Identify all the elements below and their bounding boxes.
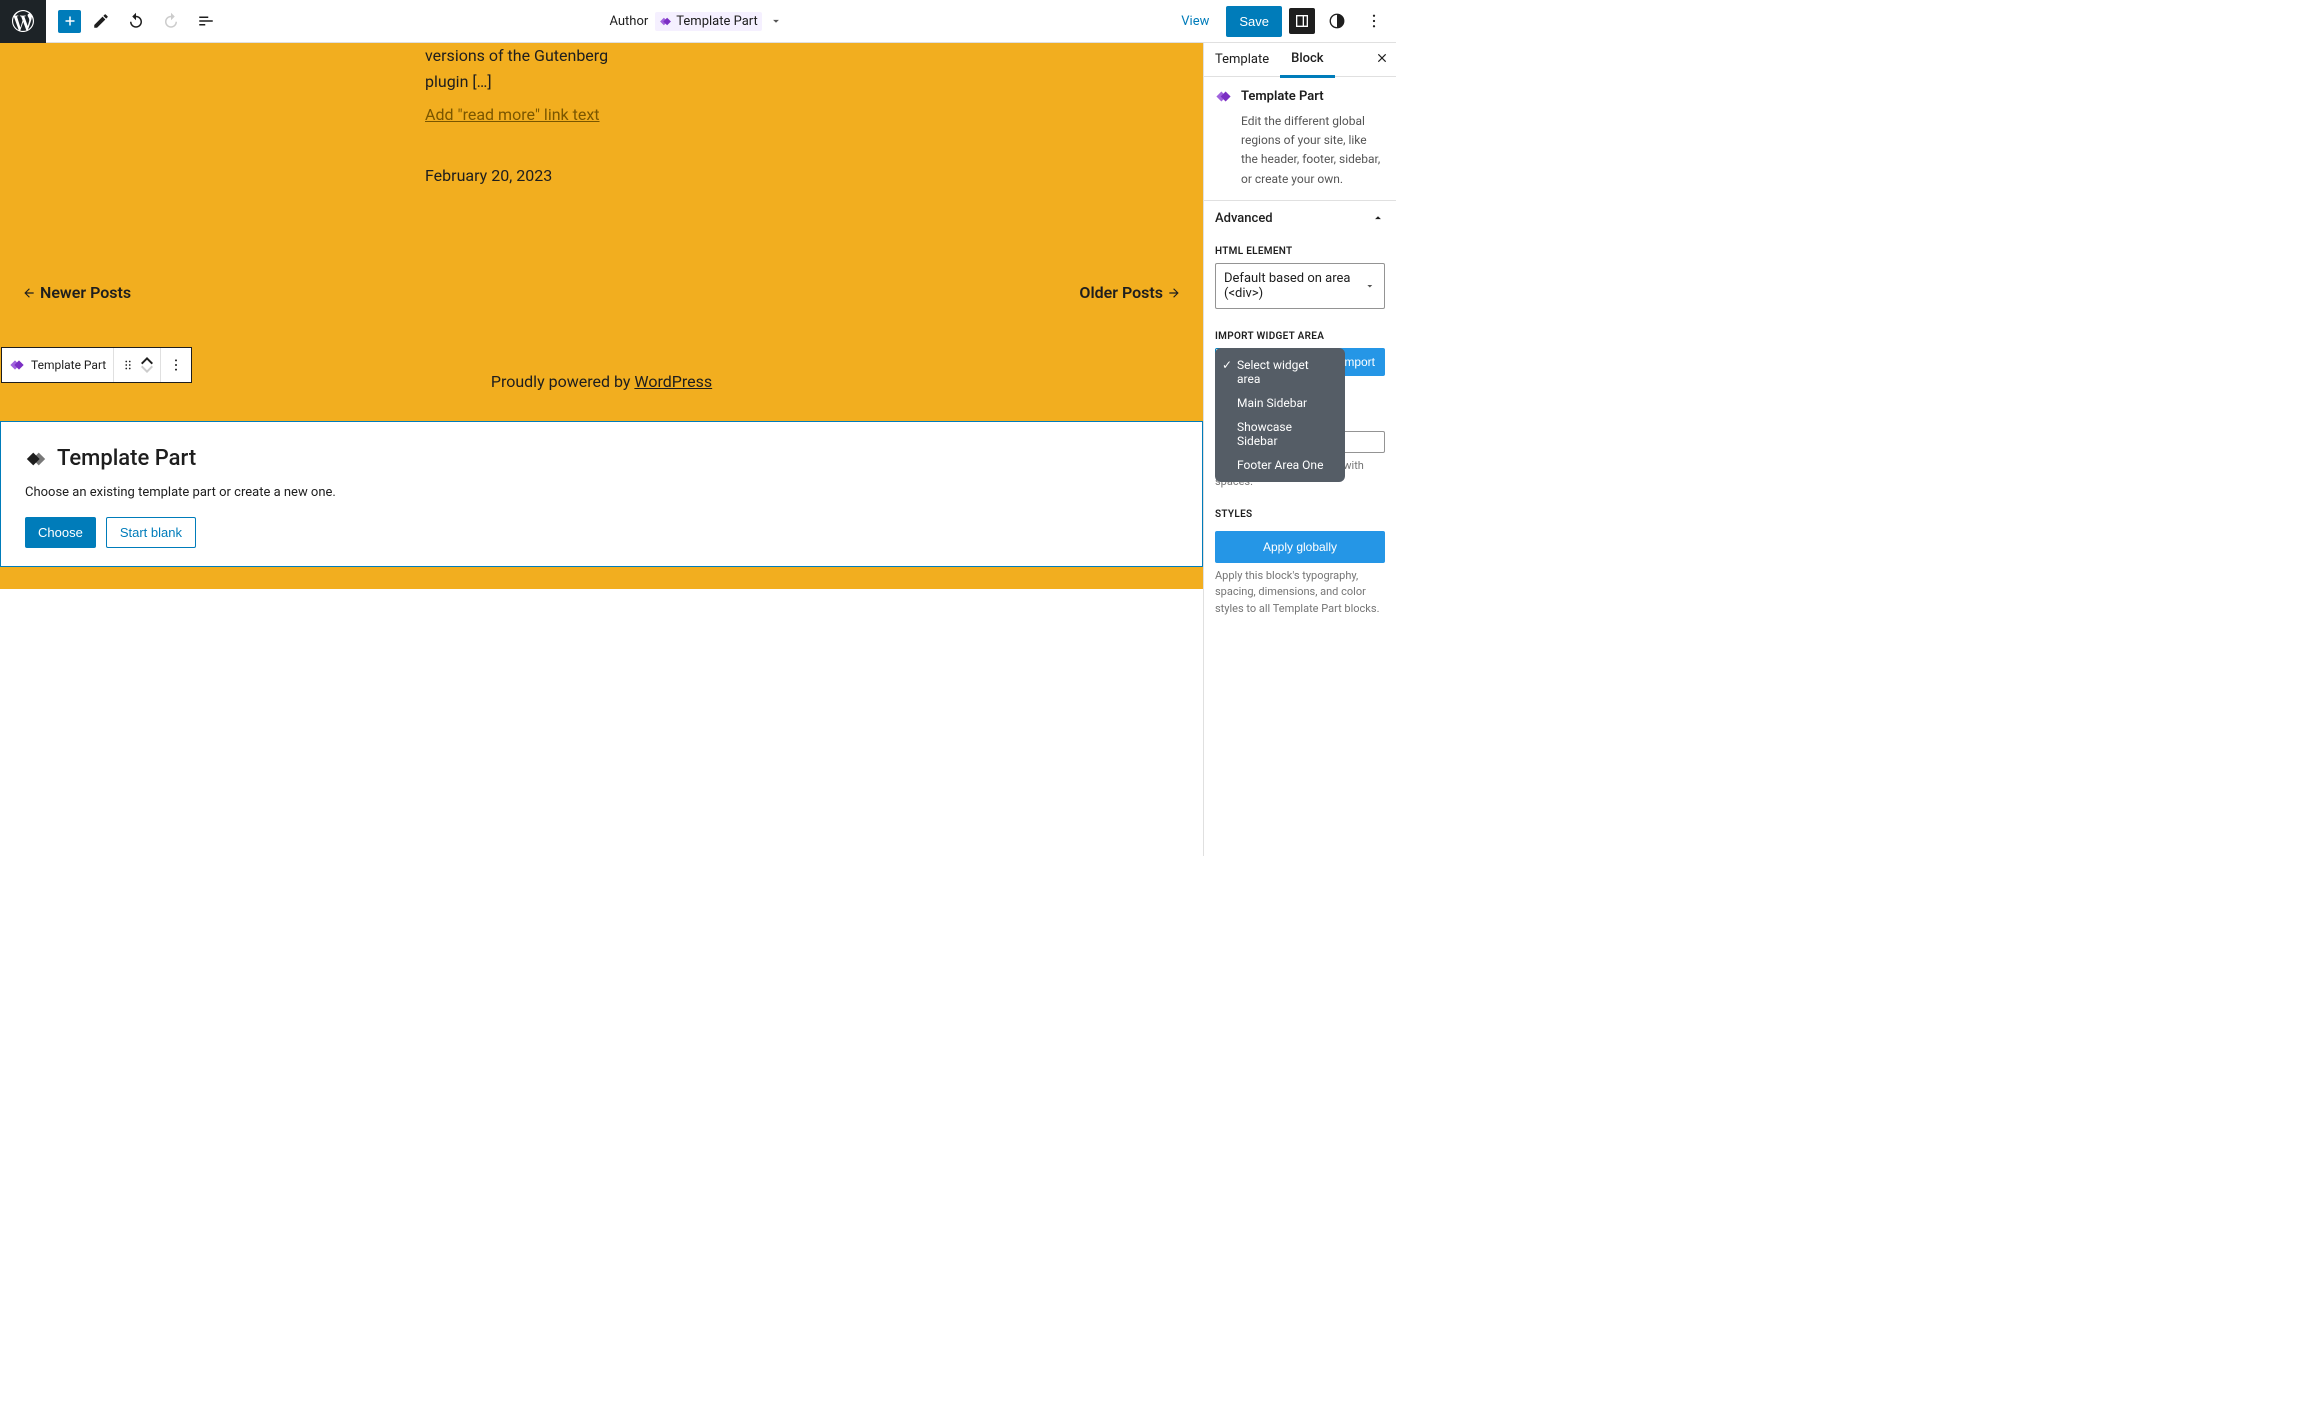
block-toolbar: Template Part: [1, 347, 192, 383]
tab-block[interactable]: Block: [1280, 43, 1334, 78]
html-element-label: HTML ELEMENT: [1215, 246, 1385, 257]
credit-prefix: Proudly powered by: [491, 372, 635, 391]
add-block-button[interactable]: [58, 10, 81, 33]
wordpress-link[interactable]: WordPress: [634, 372, 712, 391]
dropdown-option-showcase-sidebar[interactable]: Showcase Sidebar: [1215, 415, 1345, 453]
more-vertical-icon: [168, 357, 184, 373]
redo-button[interactable]: [156, 6, 186, 36]
newer-posts-label: Newer Posts: [40, 283, 131, 302]
block-toolbar-label: Template Part: [31, 358, 106, 372]
post-date: February 20, 2023: [425, 163, 630, 189]
template-part-label: Template Part: [676, 14, 758, 29]
arrow-left-icon: [22, 286, 36, 300]
canvas-bottom-strip: [0, 567, 1203, 589]
redo-icon: [162, 12, 180, 30]
template-part-icon: [25, 448, 47, 470]
sidebar-icon: [1294, 13, 1310, 29]
dropdown-option-select[interactable]: Select widget area: [1215, 353, 1345, 391]
undo-icon: [127, 12, 145, 30]
more-vertical-icon: [1365, 12, 1383, 30]
apply-help-text: Apply this block's typography, spacing, …: [1215, 568, 1385, 618]
html-element-value: Default based on area (<div>): [1224, 271, 1364, 301]
widget-area-dropdown: Select widget area Main Sidebar Showcase…: [1215, 348, 1345, 482]
post-excerpt-text: versions of the Gutenberg plugin […]: [425, 43, 630, 94]
arrow-right-icon: [1167, 286, 1181, 300]
drag-handle-icon[interactable]: [121, 358, 135, 372]
block-card-desc: Edit the different global regions of you…: [1241, 112, 1385, 189]
dropdown-option-main-sidebar[interactable]: Main Sidebar: [1215, 391, 1345, 415]
top-toolbar: Author Template Part View Save: [0, 0, 1396, 43]
template-part-icon: [1215, 88, 1232, 105]
advanced-title: Advanced: [1215, 211, 1273, 226]
styles-label: STYLES: [1215, 509, 1385, 520]
tab-template[interactable]: Template: [1204, 43, 1280, 76]
older-posts-label: Older Posts: [1079, 283, 1163, 302]
template-part-placeholder[interactable]: Template Part Choose an existing templat…: [0, 421, 1203, 567]
placeholder-desc: Choose an existing template part or crea…: [25, 485, 1178, 500]
chevron-down-icon: [769, 14, 783, 28]
move-down-icon[interactable]: [141, 365, 153, 373]
chevron-down-icon: [1364, 279, 1376, 293]
move-up-icon[interactable]: [141, 357, 153, 365]
read-more-link[interactable]: Add "read more" link text: [425, 102, 600, 128]
block-options-button[interactable]: [161, 348, 191, 382]
plus-icon: [61, 12, 79, 30]
close-sidebar-button[interactable]: [1375, 51, 1389, 69]
close-icon: [1375, 51, 1389, 65]
styles-button[interactable]: [1322, 6, 1352, 36]
options-button[interactable]: [1359, 6, 1389, 36]
save-button[interactable]: Save: [1226, 6, 1282, 37]
advanced-panel-toggle[interactable]: Advanced: [1204, 201, 1396, 236]
template-part-icon: [659, 15, 672, 28]
template-part-icon: [9, 357, 25, 373]
start-blank-button[interactable]: Start blank: [106, 517, 196, 548]
dropdown-option-footer-area-one[interactable]: Footer Area One: [1215, 453, 1345, 477]
list-view-button[interactable]: [191, 6, 221, 36]
choose-button[interactable]: Choose: [25, 517, 96, 548]
wordpress-icon: [12, 10, 34, 32]
undo-button[interactable]: [121, 6, 151, 36]
older-posts-link[interactable]: Older Posts: [1079, 283, 1181, 302]
html-element-select[interactable]: Default based on area (<div>): [1215, 263, 1385, 309]
tools-button[interactable]: [86, 6, 116, 36]
placeholder-title: Template Part: [57, 446, 196, 471]
styles-icon: [1328, 12, 1346, 30]
import-widget-label: IMPORT WIDGET AREA: [1215, 331, 1385, 342]
list-view-icon: [197, 12, 215, 30]
settings-sidebar: Template Block Template Part Edit the di…: [1203, 43, 1396, 856]
apply-globally-button[interactable]: Apply globally: [1215, 531, 1385, 563]
view-link[interactable]: View: [1171, 8, 1219, 35]
editor-canvas[interactable]: versions of the Gutenberg plugin […] Add…: [0, 43, 1203, 856]
chevron-up-icon: [1371, 211, 1385, 225]
author-label: Author: [609, 14, 648, 29]
settings-toggle-button[interactable]: [1289, 8, 1315, 34]
newer-posts-link[interactable]: Newer Posts: [22, 283, 131, 302]
wordpress-logo[interactable]: [0, 0, 46, 43]
block-card-title: Template Part: [1241, 89, 1324, 104]
edit-icon: [92, 12, 110, 30]
document-title[interactable]: Author Template Part: [221, 12, 1171, 31]
